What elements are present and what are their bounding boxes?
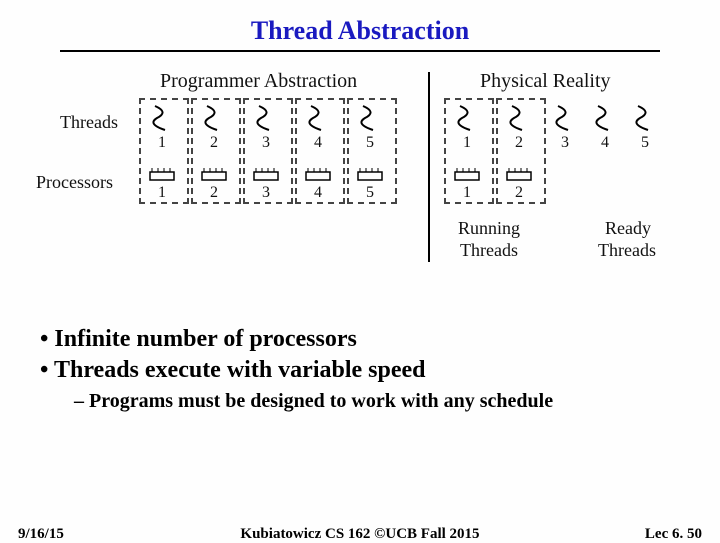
running-threads-label: Threads xyxy=(460,240,518,261)
processor-number: 1 xyxy=(463,184,471,202)
thread-icon xyxy=(508,104,530,132)
sub-bullet-item: – Programs must be designed to work with… xyxy=(74,390,680,413)
processor-number: 1 xyxy=(158,184,166,202)
bullet-text: Infinite number of processors xyxy=(54,326,356,352)
title-rule xyxy=(60,50,660,52)
processor-icon xyxy=(200,168,228,182)
thread-diagram: Programmer Abstraction Physical Reality … xyxy=(60,70,660,290)
processor-icon xyxy=(304,168,332,182)
footer-page: Lec 6. 50 xyxy=(645,526,702,543)
divider-line xyxy=(428,72,430,262)
header-programmer-abstraction: Programmer Abstraction xyxy=(160,70,357,93)
processor-icon xyxy=(505,168,533,182)
processor-number: 5 xyxy=(366,184,374,202)
row-label-processors: Processors xyxy=(36,172,113,193)
bullet-item: • Infinite number of processors xyxy=(40,326,680,353)
thread-number: 4 xyxy=(601,134,609,152)
footer-course: Kubiatowicz CS 162 ©UCB Fall 2015 xyxy=(0,526,720,543)
ready-threads-label: Ready xyxy=(605,218,651,239)
thread-number: 5 xyxy=(641,134,649,152)
thread-icon xyxy=(634,104,656,132)
thread-number: 4 xyxy=(314,134,322,152)
processor-icon xyxy=(252,168,280,182)
processor-number: 2 xyxy=(210,184,218,202)
header-physical-reality: Physical Reality xyxy=(480,70,611,93)
thread-icon xyxy=(456,104,478,132)
thread-icon xyxy=(255,104,277,132)
slide-title: Thread Abstraction xyxy=(0,0,720,46)
bullet-list: • Infinite number of processors • Thread… xyxy=(40,326,680,413)
processor-icon xyxy=(453,168,481,182)
processor-number: 4 xyxy=(314,184,322,202)
running-threads-label: Running xyxy=(458,218,520,239)
bullet-item: • Threads execute with variable speed xyxy=(40,357,680,384)
thread-icon xyxy=(594,104,616,132)
row-label-threads: Threads xyxy=(60,112,118,133)
thread-number: 3 xyxy=(561,134,569,152)
thread-number: 1 xyxy=(463,134,471,152)
thread-icon xyxy=(151,104,173,132)
processor-number: 2 xyxy=(515,184,523,202)
thread-number: 3 xyxy=(262,134,270,152)
thread-number: 5 xyxy=(366,134,374,152)
ready-threads-label: Threads xyxy=(598,240,656,261)
thread-number: 2 xyxy=(515,134,523,152)
thread-icon xyxy=(203,104,225,132)
bullet-text: Programs must be designed to work with a… xyxy=(89,390,553,412)
processor-icon xyxy=(148,168,176,182)
thread-icon xyxy=(554,104,576,132)
thread-number: 1 xyxy=(158,134,166,152)
processor-number: 3 xyxy=(262,184,270,202)
bullet-text: Threads execute with variable speed xyxy=(54,357,426,383)
thread-number: 2 xyxy=(210,134,218,152)
thread-icon xyxy=(359,104,381,132)
processor-icon xyxy=(356,168,384,182)
thread-icon xyxy=(307,104,329,132)
